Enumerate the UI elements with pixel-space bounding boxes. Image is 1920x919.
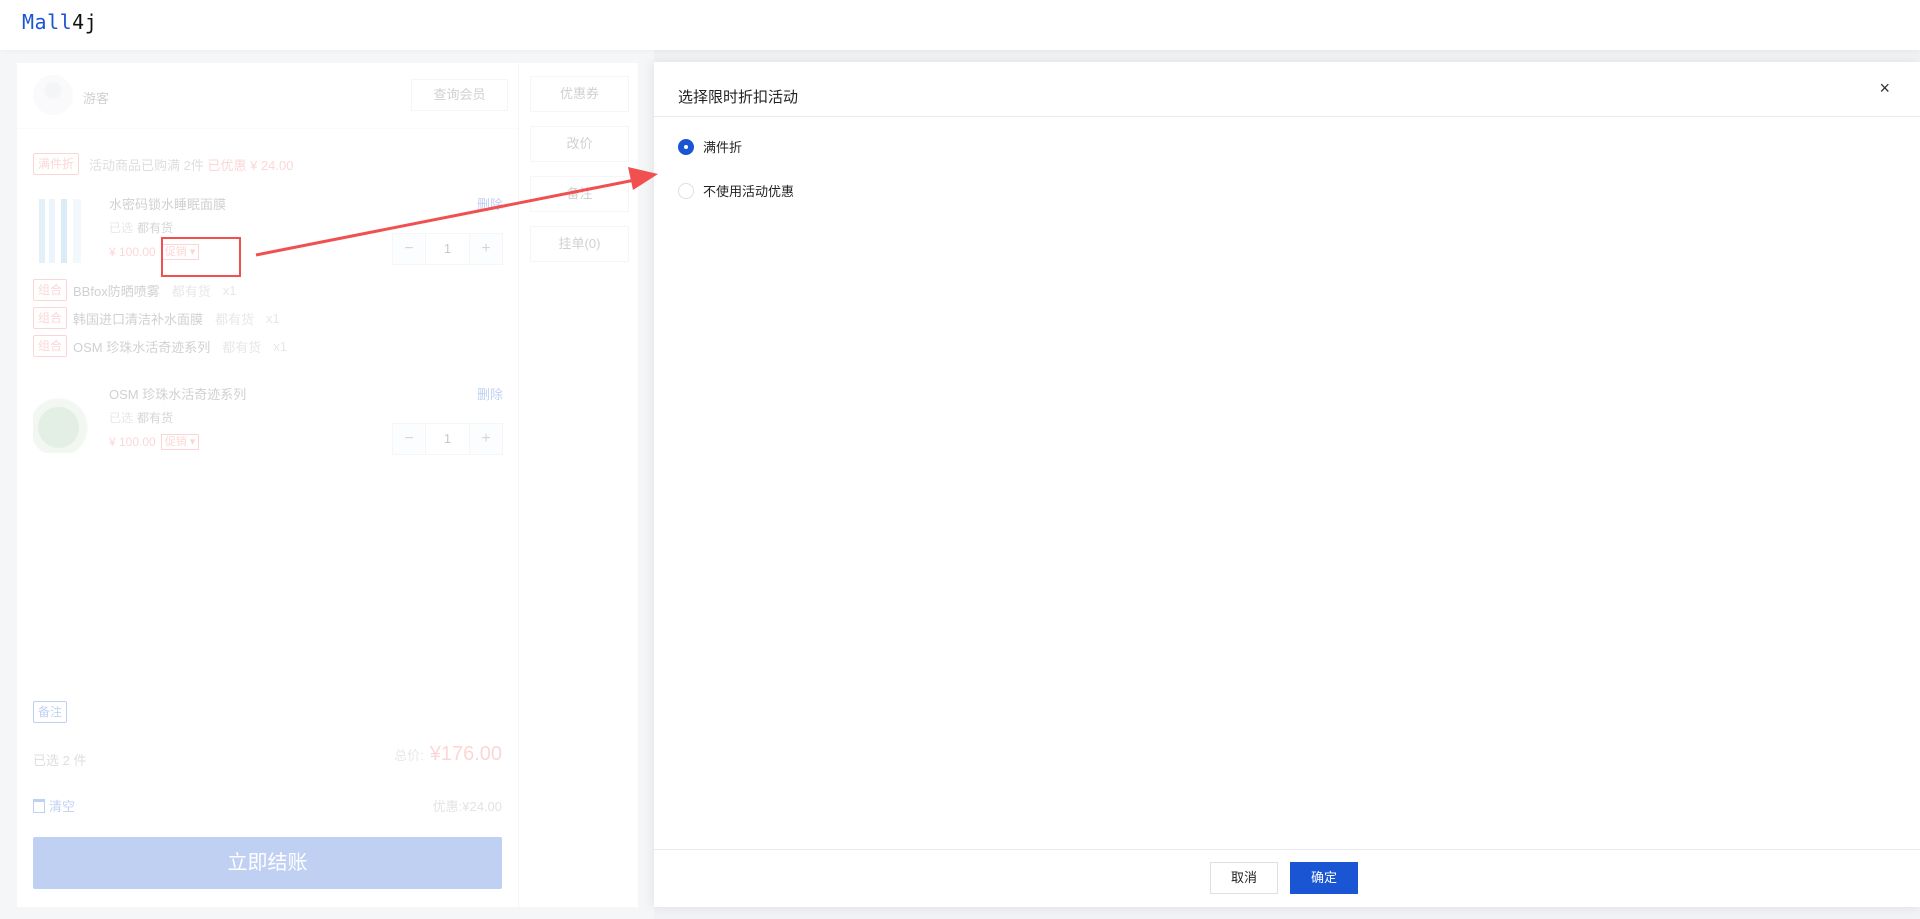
radio-unchecked-icon[interactable] — [678, 182, 694, 199]
discount-drawer: 选择限时折扣活动 × 满件折 不使用活动优惠 取消 确定 — [654, 62, 1920, 907]
drawer-footer: 取消 确定 — [654, 849, 1920, 907]
cancel-button[interactable]: 取消 — [1210, 862, 1278, 894]
confirm-button[interactable]: 确定 — [1290, 862, 1358, 894]
logo: Mall4j — [22, 10, 98, 34]
annotation-highlight-box — [161, 237, 241, 277]
option-full-discount[interactable]: 满件折 — [678, 137, 742, 156]
radio-checked-icon[interactable] — [678, 138, 694, 155]
modal-mask[interactable] — [0, 50, 654, 919]
drawer-title: 选择限时折扣活动 — [678, 89, 799, 106]
option-label: 满件折 — [703, 140, 743, 155]
close-icon[interactable]: × — [1879, 78, 1890, 99]
option-no-promotion[interactable]: 不使用活动优惠 — [678, 181, 794, 200]
drawer-header: 选择限时折扣活动 × — [654, 62, 1920, 117]
option-label: 不使用活动优惠 — [703, 184, 795, 199]
top-bar: Mall4j — [0, 0, 1920, 50]
